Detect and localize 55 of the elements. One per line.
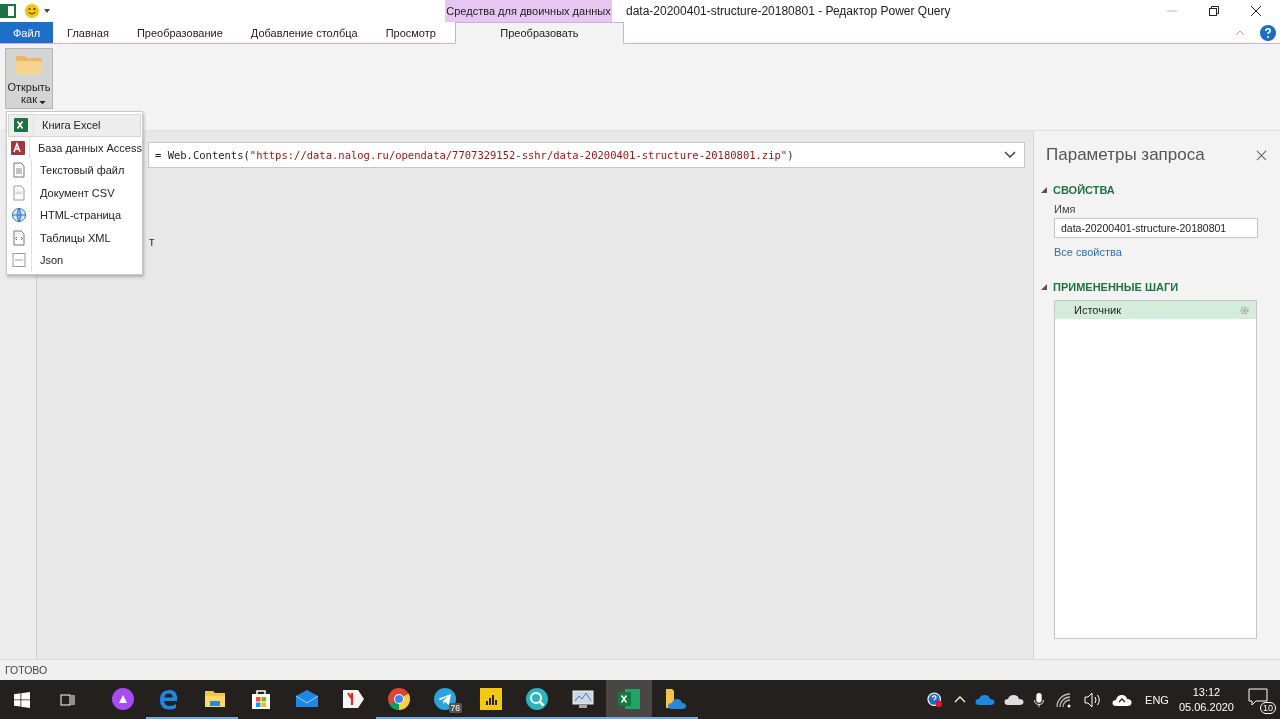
all-properties-link[interactable]: Все свойства (1054, 246, 1257, 258)
document-icon (11, 162, 27, 179)
context-group-header: Средства для двоичных данных (445, 0, 612, 22)
menu-item[interactable]: Текстовый файл (7, 159, 142, 182)
ribbon-tab[interactable]: Главная (53, 22, 123, 43)
status-text: ГОТОВО (5, 664, 48, 676)
menu-item[interactable]: Книга Excel (8, 114, 141, 137)
chrome-browser-icon (387, 686, 411, 711)
close-icon[interactable] (1250, 5, 1262, 17)
csv-file-icon (11, 184, 27, 201)
taskbar-app[interactable]: 76 (422, 680, 468, 719)
section-header: ПРИМЕНЕННЫЕ ШАГИ (1053, 281, 1179, 293)
step-item[interactable]: Источник (1055, 301, 1256, 319)
smiley-icon[interactable] (24, 3, 40, 19)
menu-item[interactable]: HTML-страница (7, 204, 142, 227)
caret-icon (38, 101, 46, 105)
help-icon[interactable] (1260, 24, 1276, 41)
task-view-icon[interactable] (59, 691, 75, 708)
magnifier-icon (525, 686, 549, 711)
database-icon (9, 139, 26, 156)
window-title: data-20200401-structure-20180801 - Редактор Power Query (626, 4, 952, 18)
ribbon-tab[interactable]: Файл (0, 22, 54, 43)
language-indicator[interactable]: ENG (1145, 693, 1169, 706)
restore-icon[interactable] (1208, 5, 1220, 17)
ribbon-tab[interactable]: Добавление столбца (236, 22, 372, 43)
collapse-triangle-icon[interactable] (1041, 187, 1047, 193)
xml-file-icon (11, 229, 27, 246)
menu-item[interactable]: База данных Access (7, 136, 142, 159)
bar-chart-icon (479, 686, 503, 711)
ribbon-tab[interactable]: Просмотр (371, 22, 450, 43)
section-header: СВОЙСТВА (1053, 184, 1115, 196)
json-file-icon (11, 252, 27, 269)
menu-item[interactable]: Таблицы XML (7, 226, 142, 249)
windows-start-icon[interactable] (14, 691, 30, 708)
microphone-icon[interactable] (1033, 691, 1046, 708)
assistant-icon (111, 686, 135, 711)
ribbon-tab[interactable]: Преобразовать (454, 22, 624, 44)
menu-item[interactable]: Json (7, 249, 142, 272)
ribbon-tab[interactable]: Преобразование (122, 22, 237, 43)
expand-chevron-icon[interactable] (1004, 151, 1016, 159)
unread-badge: 76 (448, 703, 462, 713)
clock[interactable]: 13:12 05.06.2020 (1178, 684, 1234, 715)
name-input-field[interactable]: data-20200401-structure-20180801 (1054, 218, 1258, 238)
folder-cloud-icon (663, 686, 687, 711)
step-label: Источник (1074, 304, 1121, 316)
globe-icon (11, 207, 27, 224)
collapse-triangle-icon[interactable] (1041, 284, 1047, 290)
open-as-button[interactable]: Открыть как (5, 48, 53, 109)
folder-icon (15, 53, 43, 75)
spreadsheet-icon (13, 117, 29, 134)
partial-text: т (149, 235, 155, 249)
panel-title: Параметры запроса (1046, 145, 1205, 165)
menu-item[interactable]: Документ CSV (7, 181, 142, 204)
dropdown-icon[interactable] (43, 7, 51, 15)
name-label: Имя (1054, 203, 1077, 215)
